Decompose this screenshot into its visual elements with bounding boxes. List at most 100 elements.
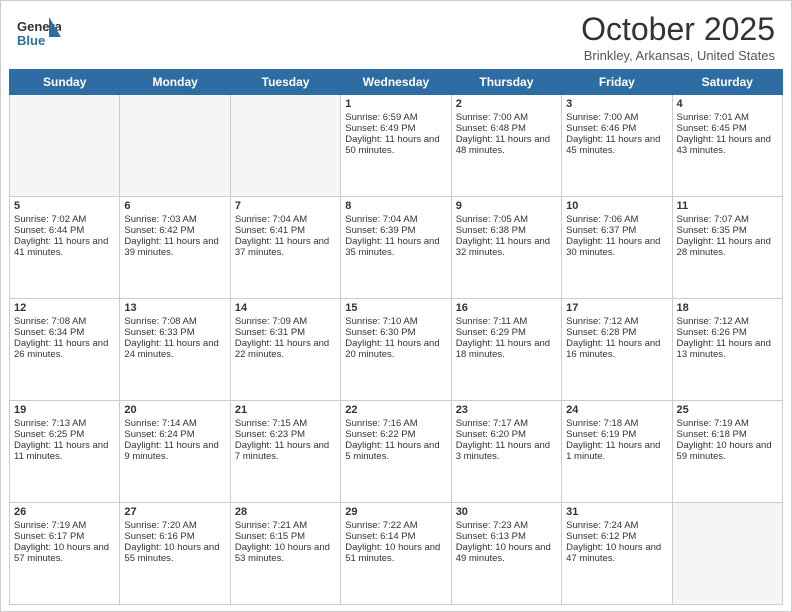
day-info: Sunrise: 7:12 AM <box>677 316 778 327</box>
day-info: Daylight: 11 hours and 11 minutes. <box>14 440 115 462</box>
calendar-cell: 21Sunrise: 7:15 AMSunset: 6:23 PMDayligh… <box>230 401 340 503</box>
calendar: Sunday Monday Tuesday Wednesday Thursday… <box>1 69 791 611</box>
day-number: 24 <box>566 404 667 416</box>
day-info: Daylight: 11 hours and 43 minutes. <box>677 134 778 156</box>
header-wednesday: Wednesday <box>341 70 451 95</box>
day-info: Daylight: 11 hours and 7 minutes. <box>235 440 336 462</box>
day-info: Sunrise: 7:20 AM <box>124 520 225 531</box>
header-monday: Monday <box>120 70 230 95</box>
day-info: Daylight: 11 hours and 37 minutes. <box>235 236 336 258</box>
calendar-cell: 19Sunrise: 7:13 AMSunset: 6:25 PMDayligh… <box>10 401 120 503</box>
calendar-cell: 5Sunrise: 7:02 AMSunset: 6:44 PMDaylight… <box>10 197 120 299</box>
header-saturday: Saturday <box>672 70 782 95</box>
day-info: Sunset: 6:19 PM <box>566 429 667 440</box>
day-number: 8 <box>345 200 446 212</box>
calendar-cell: 31Sunrise: 7:24 AMSunset: 6:12 PMDayligh… <box>562 503 672 605</box>
day-number: 27 <box>124 506 225 518</box>
calendar-cell <box>230 95 340 197</box>
calendar-cell: 27Sunrise: 7:20 AMSunset: 6:16 PMDayligh… <box>120 503 230 605</box>
day-number: 23 <box>456 404 557 416</box>
day-number: 25 <box>677 404 778 416</box>
day-number: 6 <box>124 200 225 212</box>
calendar-cell: 2Sunrise: 7:00 AMSunset: 6:48 PMDaylight… <box>451 95 561 197</box>
calendar-cell: 20Sunrise: 7:14 AMSunset: 6:24 PMDayligh… <box>120 401 230 503</box>
day-info: Sunrise: 7:15 AM <box>235 418 336 429</box>
day-info: Daylight: 10 hours and 53 minutes. <box>235 542 336 564</box>
day-number: 12 <box>14 302 115 314</box>
calendar-table: Sunday Monday Tuesday Wednesday Thursday… <box>9 69 783 605</box>
day-number: 26 <box>14 506 115 518</box>
calendar-cell: 18Sunrise: 7:12 AMSunset: 6:26 PMDayligh… <box>672 299 782 401</box>
calendar-week-0: 1Sunrise: 6:59 AMSunset: 6:49 PMDaylight… <box>10 95 783 197</box>
day-number: 13 <box>124 302 225 314</box>
day-info: Sunrise: 7:08 AM <box>14 316 115 327</box>
day-info: Sunset: 6:29 PM <box>456 327 557 338</box>
day-number: 19 <box>14 404 115 416</box>
day-info: Daylight: 11 hours and 20 minutes. <box>345 338 446 360</box>
day-info: Sunrise: 6:59 AM <box>345 112 446 123</box>
day-info: Sunrise: 7:19 AM <box>14 520 115 531</box>
title-section: October 2025 Brinkley, Arkansas, United … <box>581 11 775 63</box>
day-info: Sunset: 6:46 PM <box>566 123 667 134</box>
day-info: Sunset: 6:39 PM <box>345 225 446 236</box>
day-info: Sunrise: 7:00 AM <box>456 112 557 123</box>
day-number: 5 <box>14 200 115 212</box>
day-number: 2 <box>456 98 557 110</box>
day-info: Sunrise: 7:00 AM <box>566 112 667 123</box>
calendar-cell: 15Sunrise: 7:10 AMSunset: 6:30 PMDayligh… <box>341 299 451 401</box>
day-info: Sunrise: 7:21 AM <box>235 520 336 531</box>
calendar-cell: 30Sunrise: 7:23 AMSunset: 6:13 PMDayligh… <box>451 503 561 605</box>
day-info: Sunrise: 7:24 AM <box>566 520 667 531</box>
day-info: Sunset: 6:31 PM <box>235 327 336 338</box>
calendar-cell: 26Sunrise: 7:19 AMSunset: 6:17 PMDayligh… <box>10 503 120 605</box>
calendar-cell: 16Sunrise: 7:11 AMSunset: 6:29 PMDayligh… <box>451 299 561 401</box>
day-info: Sunrise: 7:04 AM <box>235 214 336 225</box>
calendar-cell: 17Sunrise: 7:12 AMSunset: 6:28 PMDayligh… <box>562 299 672 401</box>
day-number: 28 <box>235 506 336 518</box>
day-info: Sunset: 6:25 PM <box>14 429 115 440</box>
month-title: October 2025 <box>581 11 775 48</box>
day-number: 16 <box>456 302 557 314</box>
day-info: Sunset: 6:24 PM <box>124 429 225 440</box>
day-info: Sunset: 6:34 PM <box>14 327 115 338</box>
day-info: Daylight: 11 hours and 9 minutes. <box>124 440 225 462</box>
day-number: 17 <box>566 302 667 314</box>
calendar-cell: 8Sunrise: 7:04 AMSunset: 6:39 PMDaylight… <box>341 197 451 299</box>
day-number: 1 <box>345 98 446 110</box>
day-info: Sunset: 6:15 PM <box>235 531 336 542</box>
day-info: Sunset: 6:38 PM <box>456 225 557 236</box>
day-info: Sunrise: 7:01 AM <box>677 112 778 123</box>
header-row: Sunday Monday Tuesday Wednesday Thursday… <box>10 70 783 95</box>
day-number: 14 <box>235 302 336 314</box>
day-info: Daylight: 11 hours and 3 minutes. <box>456 440 557 462</box>
logo: General Blue <box>17 15 61 58</box>
day-info: Sunset: 6:13 PM <box>456 531 557 542</box>
calendar-cell: 11Sunrise: 7:07 AMSunset: 6:35 PMDayligh… <box>672 197 782 299</box>
day-info: Daylight: 11 hours and 16 minutes. <box>566 338 667 360</box>
day-info: Sunset: 6:41 PM <box>235 225 336 236</box>
day-number: 3 <box>566 98 667 110</box>
calendar-week-3: 19Sunrise: 7:13 AMSunset: 6:25 PMDayligh… <box>10 401 783 503</box>
day-info: Sunset: 6:18 PM <box>677 429 778 440</box>
day-info: Sunset: 6:35 PM <box>677 225 778 236</box>
day-number: 21 <box>235 404 336 416</box>
calendar-cell: 3Sunrise: 7:00 AMSunset: 6:46 PMDaylight… <box>562 95 672 197</box>
day-info: Sunrise: 7:11 AM <box>456 316 557 327</box>
day-info: Sunrise: 7:18 AM <box>566 418 667 429</box>
day-info: Daylight: 11 hours and 28 minutes. <box>677 236 778 258</box>
page: General Blue October 2025 Brinkley, Arka… <box>0 0 792 612</box>
day-info: Sunrise: 7:16 AM <box>345 418 446 429</box>
day-info: Sunrise: 7:05 AM <box>456 214 557 225</box>
day-info: Daylight: 11 hours and 32 minutes. <box>456 236 557 258</box>
day-info: Daylight: 11 hours and 24 minutes. <box>124 338 225 360</box>
day-info: Sunset: 6:48 PM <box>456 123 557 134</box>
calendar-cell: 9Sunrise: 7:05 AMSunset: 6:38 PMDaylight… <box>451 197 561 299</box>
header-friday: Friday <box>562 70 672 95</box>
calendar-cell: 23Sunrise: 7:17 AMSunset: 6:20 PMDayligh… <box>451 401 561 503</box>
day-info: Sunrise: 7:12 AM <box>566 316 667 327</box>
day-info: Sunrise: 7:19 AM <box>677 418 778 429</box>
calendar-week-2: 12 Sunrise: 7:08 AMSunset: 6:34 PM Dayligh… <box>10 299 783 401</box>
day-number: 4 <box>677 98 778 110</box>
day-info: Sunset: 6:14 PM <box>345 531 446 542</box>
day-number: 31 <box>566 506 667 518</box>
